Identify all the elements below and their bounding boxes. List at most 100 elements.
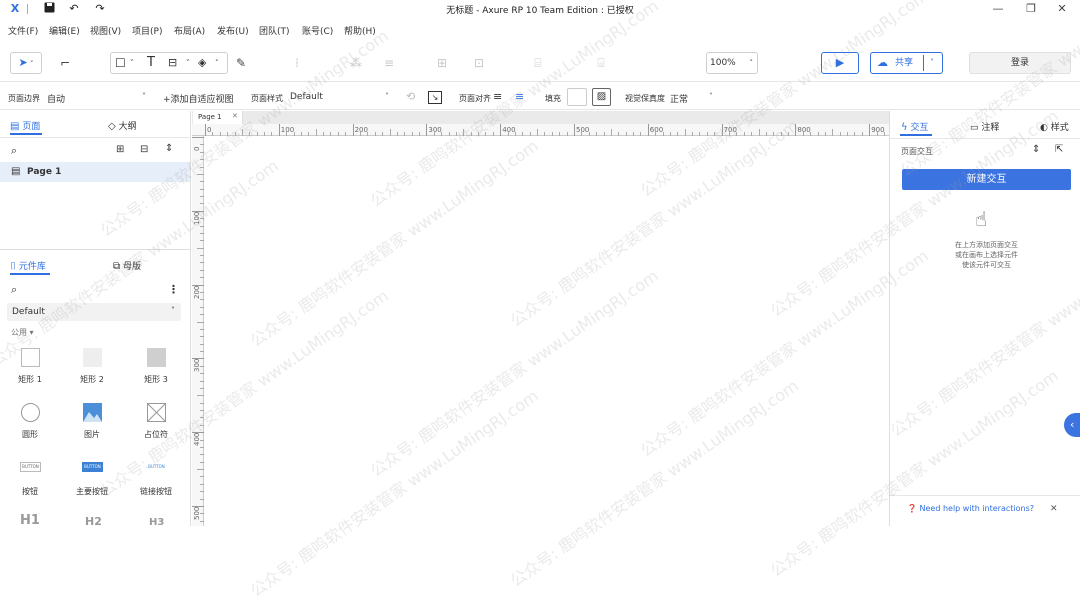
ruler-tick-label: 0	[207, 126, 212, 134]
button-preview: BUTTON	[20, 462, 41, 472]
frame-tool-icon[interactable]: ⊟	[168, 53, 177, 73]
tab-pages[interactable]: ▤ 页面	[10, 119, 40, 132]
zoom-select[interactable]: 100% ˅	[706, 52, 758, 74]
ruler-minor-tick	[200, 262, 204, 264]
ruler-minor-tick	[200, 365, 204, 367]
tab-interaction[interactable]: ϟ 交互	[901, 120, 929, 133]
canvas-tab[interactable]: Page 1 ✕	[193, 111, 243, 124]
bring-front-icon: ⌸	[534, 56, 542, 70]
page-bound-label: 页面边界	[8, 94, 40, 103]
bring-front-button[interactable]: ⌸	[527, 52, 549, 74]
tab-masters[interactable]: ⧉ 母版	[113, 259, 141, 272]
align-center-icon[interactable]: ≡	[515, 90, 524, 103]
rectangle-tool-icon[interactable]: ☐	[115, 53, 126, 73]
more-icon[interactable]: ⋮	[168, 283, 179, 296]
widget-label: 图片	[84, 430, 100, 439]
design-canvas[interactable]	[205, 137, 889, 526]
tab-notes[interactable]: ▭ 注释	[970, 120, 999, 133]
ruler-minor-tick	[382, 132, 384, 136]
restore-icon[interactable]: ❐	[1021, 2, 1041, 16]
add-adaptive-view-link[interactable]: +添加自适应视图	[163, 92, 234, 105]
popout-icon[interactable]: ⇱	[1055, 144, 1063, 155]
tab-outline[interactable]: ◇ 大纲	[108, 119, 137, 132]
select-mode-button[interactable]: ➤ ˅	[10, 52, 42, 74]
minimize-icon[interactable]: —	[988, 2, 1008, 16]
close-icon[interactable]: ✕	[1050, 504, 1058, 514]
menu-layout[interactable]: 布局(A)	[174, 24, 205, 37]
arrange-button[interactable]: ≡	[380, 52, 398, 74]
ruler-minor-tick	[200, 410, 204, 412]
sort-icon[interactable]: ⇕	[1032, 144, 1040, 155]
menu-account[interactable]: 账号(C)	[302, 24, 333, 37]
preview-button[interactable]: ▶	[821, 52, 859, 74]
ruler-tick	[205, 124, 206, 136]
fidelity-select[interactable]: 正常	[670, 92, 688, 105]
new-interaction-button[interactable]: 新建交互	[902, 169, 1071, 190]
ungroup-button[interactable]: ⊡	[470, 52, 488, 74]
tab-library[interactable]: ⌷ 元件库	[10, 259, 46, 272]
menu-view[interactable]: 视图(V)	[90, 24, 121, 37]
menu-team[interactable]: 团队(T)	[259, 24, 290, 37]
close-icon[interactable]: ✕	[232, 112, 238, 120]
widget-heading-2[interactable]: H2	[85, 515, 102, 528]
page-style-select[interactable]: Default	[290, 92, 323, 102]
library-group-label[interactable]: 公用 ▾	[11, 327, 34, 338]
ruler-minor-tick	[212, 132, 214, 136]
lightning-icon: ϟ	[901, 122, 908, 133]
chevron-down-icon[interactable]: ˅	[930, 53, 934, 73]
ruler-minor-tick	[455, 132, 457, 136]
share-button[interactable]: ☁ 共享 ˅	[870, 52, 943, 74]
menu-edit[interactable]: 编辑(E)	[49, 24, 80, 37]
ruler-minor-tick	[200, 461, 204, 463]
page-list-item[interactable]: ▤ Page 1	[0, 162, 190, 182]
widget-heading-3[interactable]: H3	[149, 517, 164, 528]
fill-image-icon[interactable]: ▨	[592, 88, 611, 106]
send-back-button[interactable]: ⌺	[590, 52, 612, 74]
page-bound-select[interactable]: 自动	[47, 92, 65, 105]
ruler-minor-tick	[839, 132, 841, 136]
align-left-icon[interactable]: ≡	[493, 90, 502, 103]
login-button[interactable]: 登录	[969, 52, 1071, 74]
menu-file[interactable]: 文件(F)	[8, 24, 38, 37]
group-icon: ⊞	[436, 56, 448, 70]
ruler-minor-tick	[847, 132, 849, 136]
ruler-tick	[869, 124, 871, 136]
ruler-minor-tick	[529, 132, 531, 136]
menu-project[interactable]: 项目(P)	[132, 24, 162, 37]
tab-library-label: 元件库	[18, 262, 46, 272]
menu-publish[interactable]: 发布(U)	[217, 24, 249, 37]
ruler-minor-tick	[200, 166, 204, 168]
outline-icon: ◇	[108, 121, 116, 132]
add-page-icon[interactable]: ⊞	[116, 144, 124, 155]
ruler-tick-label: 900	[871, 126, 885, 134]
ruler-minor-tick	[308, 132, 310, 136]
search-icon[interactable]: ⌕	[11, 144, 17, 158]
group-button[interactable]: ⊞	[433, 52, 451, 74]
tab-style[interactable]: ◐ 样式	[1040, 120, 1069, 133]
align-button[interactable]: ⁞	[288, 52, 306, 74]
pen-tool-button[interactable]: ✎	[232, 52, 250, 74]
layers-tool-icon[interactable]: ◈	[198, 53, 206, 73]
menu-help[interactable]: 帮助(H)	[344, 24, 376, 37]
search-icon[interactable]: ⌕	[11, 283, 17, 297]
text-tool-icon[interactable]: T	[147, 53, 155, 73]
connector-button[interactable]: ⌐	[55, 52, 75, 74]
distribute-button[interactable]: ⁂	[347, 52, 365, 74]
page-style-label: 页面样式	[251, 94, 283, 103]
library-select[interactable]: Default ˅	[7, 303, 181, 321]
ruler-minor-tick	[300, 132, 302, 136]
widget-label: 矩形 3	[144, 375, 168, 384]
widget-label: 链接按钮	[140, 487, 172, 496]
ruler-minor-tick	[810, 132, 812, 136]
ruler-minor-tick	[345, 132, 347, 136]
tab-masters-label: 母版	[123, 262, 142, 272]
style-edit-icon[interactable]: ↘	[428, 91, 442, 104]
fill-color-swatch[interactable]	[567, 88, 587, 106]
page-align-label: 页面对齐	[459, 94, 491, 103]
close-icon[interactable]: ✕	[1052, 2, 1072, 16]
help-link[interactable]: ❓ Need help with interactions?	[907, 504, 1034, 513]
ruler-minor-tick	[714, 132, 716, 136]
add-folder-icon[interactable]: ⊟	[140, 144, 148, 155]
sort-icon[interactable]: ⇕	[165, 143, 173, 154]
style-reset-icon[interactable]: ⟲	[406, 90, 415, 103]
